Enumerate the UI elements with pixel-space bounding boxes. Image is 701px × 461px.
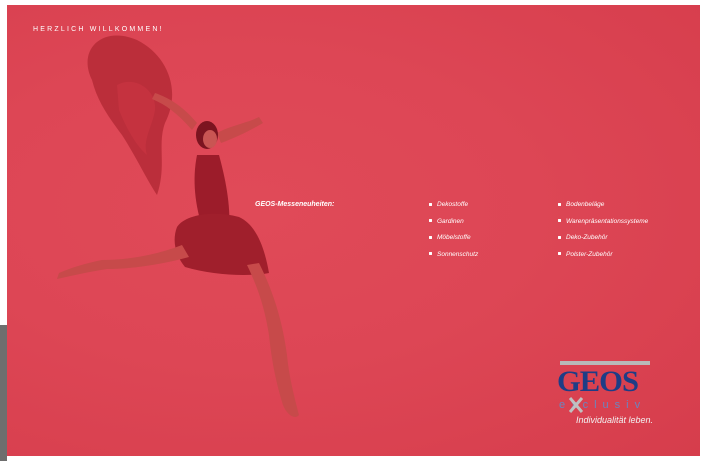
logo-x-icon [569,397,583,413]
list-item: Warenpräsentationssysteme [558,218,648,235]
bullet-icon [558,219,561,223]
novelties-heading: GEOS-Messeneuheiten: [255,201,335,208]
list-item: Polster-Zubehör [558,251,648,268]
list-item: Gardinen [429,218,478,235]
bullet-icon [429,252,432,256]
novelties-list-left: Dekostoffe Gardinen Möbelstoffe Sonnensc… [429,201,478,267]
hero-panel: HERZLICH WILLKOMMEN! GEOS-Messeneuheiten… [7,5,700,456]
list-item: Bodenbeläge [558,201,648,218]
list-item: Möbelstoffe [429,234,478,251]
bullet-icon [558,252,561,256]
list-item: Dekostoffe [429,201,478,218]
welcome-heading: HERZLICH WILLKOMMEN! [33,26,164,33]
logo-tagline: Individualität leben. [576,415,654,425]
geos-logo: GEOS exclusiv Individualität leben. [555,361,685,441]
left-edge-strip [0,325,7,461]
bullet-icon [429,202,432,206]
logo-wordmark: GEOS [557,365,639,398]
bullet-icon [429,219,432,223]
bullet-icon [429,235,432,239]
novelties-list-right: Bodenbeläge Warenpräsentationssysteme De… [558,201,648,267]
bullet-icon [558,202,561,206]
bullet-icon [558,235,561,239]
list-item: Deko-Zubehör [558,234,648,251]
list-item: Sonnenschutz [429,251,478,268]
